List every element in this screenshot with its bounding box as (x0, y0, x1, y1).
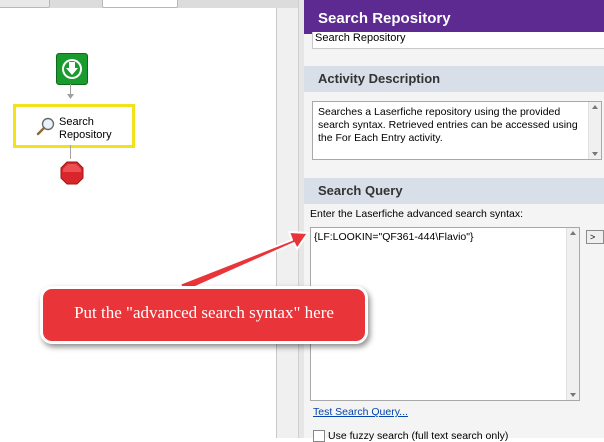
search-query-text[interactable]: {LF:LOOKIN="QF361-444\Flavio"} (314, 231, 474, 243)
scroll-down-icon[interactable] (592, 152, 598, 156)
query-scrollbar[interactable] (566, 228, 579, 400)
description-scrollbar[interactable] (588, 102, 601, 159)
workflow-designer-pane: Search Repository (0, 0, 300, 438)
designer-tab-strip (0, 0, 300, 8)
properties-pane: Search Repository Search Repository Acti… (304, 0, 604, 442)
designer-tab[interactable] (0, 0, 50, 8)
scroll-up-icon[interactable] (592, 105, 598, 109)
description-box: Searches a Laserfiche repository using t… (312, 101, 602, 160)
description-header-label: Activity Description (318, 71, 441, 86)
fuzzy-search-label: Use fuzzy search (full text search only) (328, 430, 509, 442)
fuzzy-search-checkbox[interactable] (313, 430, 325, 442)
designer-tab-active[interactable] (102, 0, 178, 8)
scroll-up-icon[interactable] (570, 231, 576, 235)
magnifier-icon (36, 117, 55, 136)
query-instruction: Enter the Laserfiche advanced search syn… (310, 208, 524, 220)
connector-arrow-icon (67, 94, 74, 99)
description-section-header[interactable]: Activity Description (304, 66, 604, 92)
search-repository-activity[interactable]: Search Repository (13, 104, 135, 148)
query-section-header[interactable]: Search Query (304, 178, 604, 204)
description-text: Searches a Laserfiche repository using t… (318, 106, 578, 144)
properties-header: Search Repository (304, 0, 604, 34)
query-header-label: Search Query (318, 183, 403, 198)
test-search-query-link[interactable]: Test Search Query... (313, 406, 408, 418)
annotation-callout: Put the "advanced search syntax" here (40, 286, 368, 344)
start-arrow-icon (62, 59, 82, 79)
activity-label: Search Repository (59, 116, 112, 141)
properties-title: Search Repository (318, 10, 451, 27)
activity-name-field[interactable]: Search Repository (312, 32, 604, 49)
workflow-canvas[interactable]: Search Repository (0, 8, 277, 438)
stop-node[interactable] (60, 161, 84, 188)
expand-query-button[interactable]: > (586, 230, 604, 244)
callout-text: Put the "advanced search syntax" here (74, 303, 334, 322)
scroll-down-icon[interactable] (570, 393, 576, 397)
stop-octagon-icon (60, 161, 84, 185)
connector-line (70, 145, 71, 159)
start-node[interactable] (56, 53, 88, 85)
